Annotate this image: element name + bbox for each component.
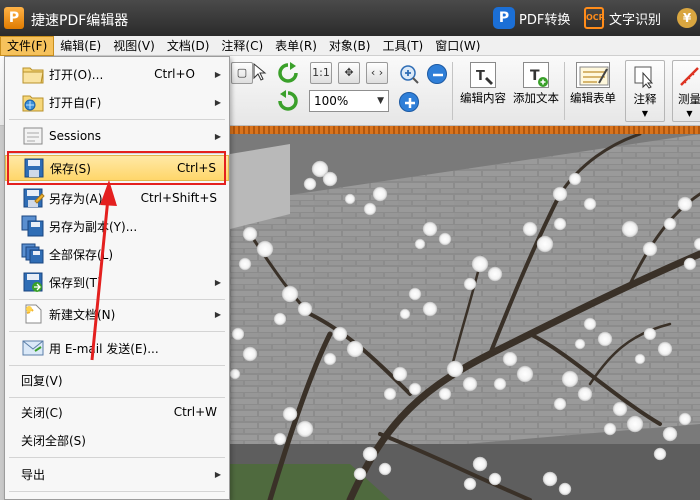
annotation-arrow-icon <box>90 180 117 361</box>
